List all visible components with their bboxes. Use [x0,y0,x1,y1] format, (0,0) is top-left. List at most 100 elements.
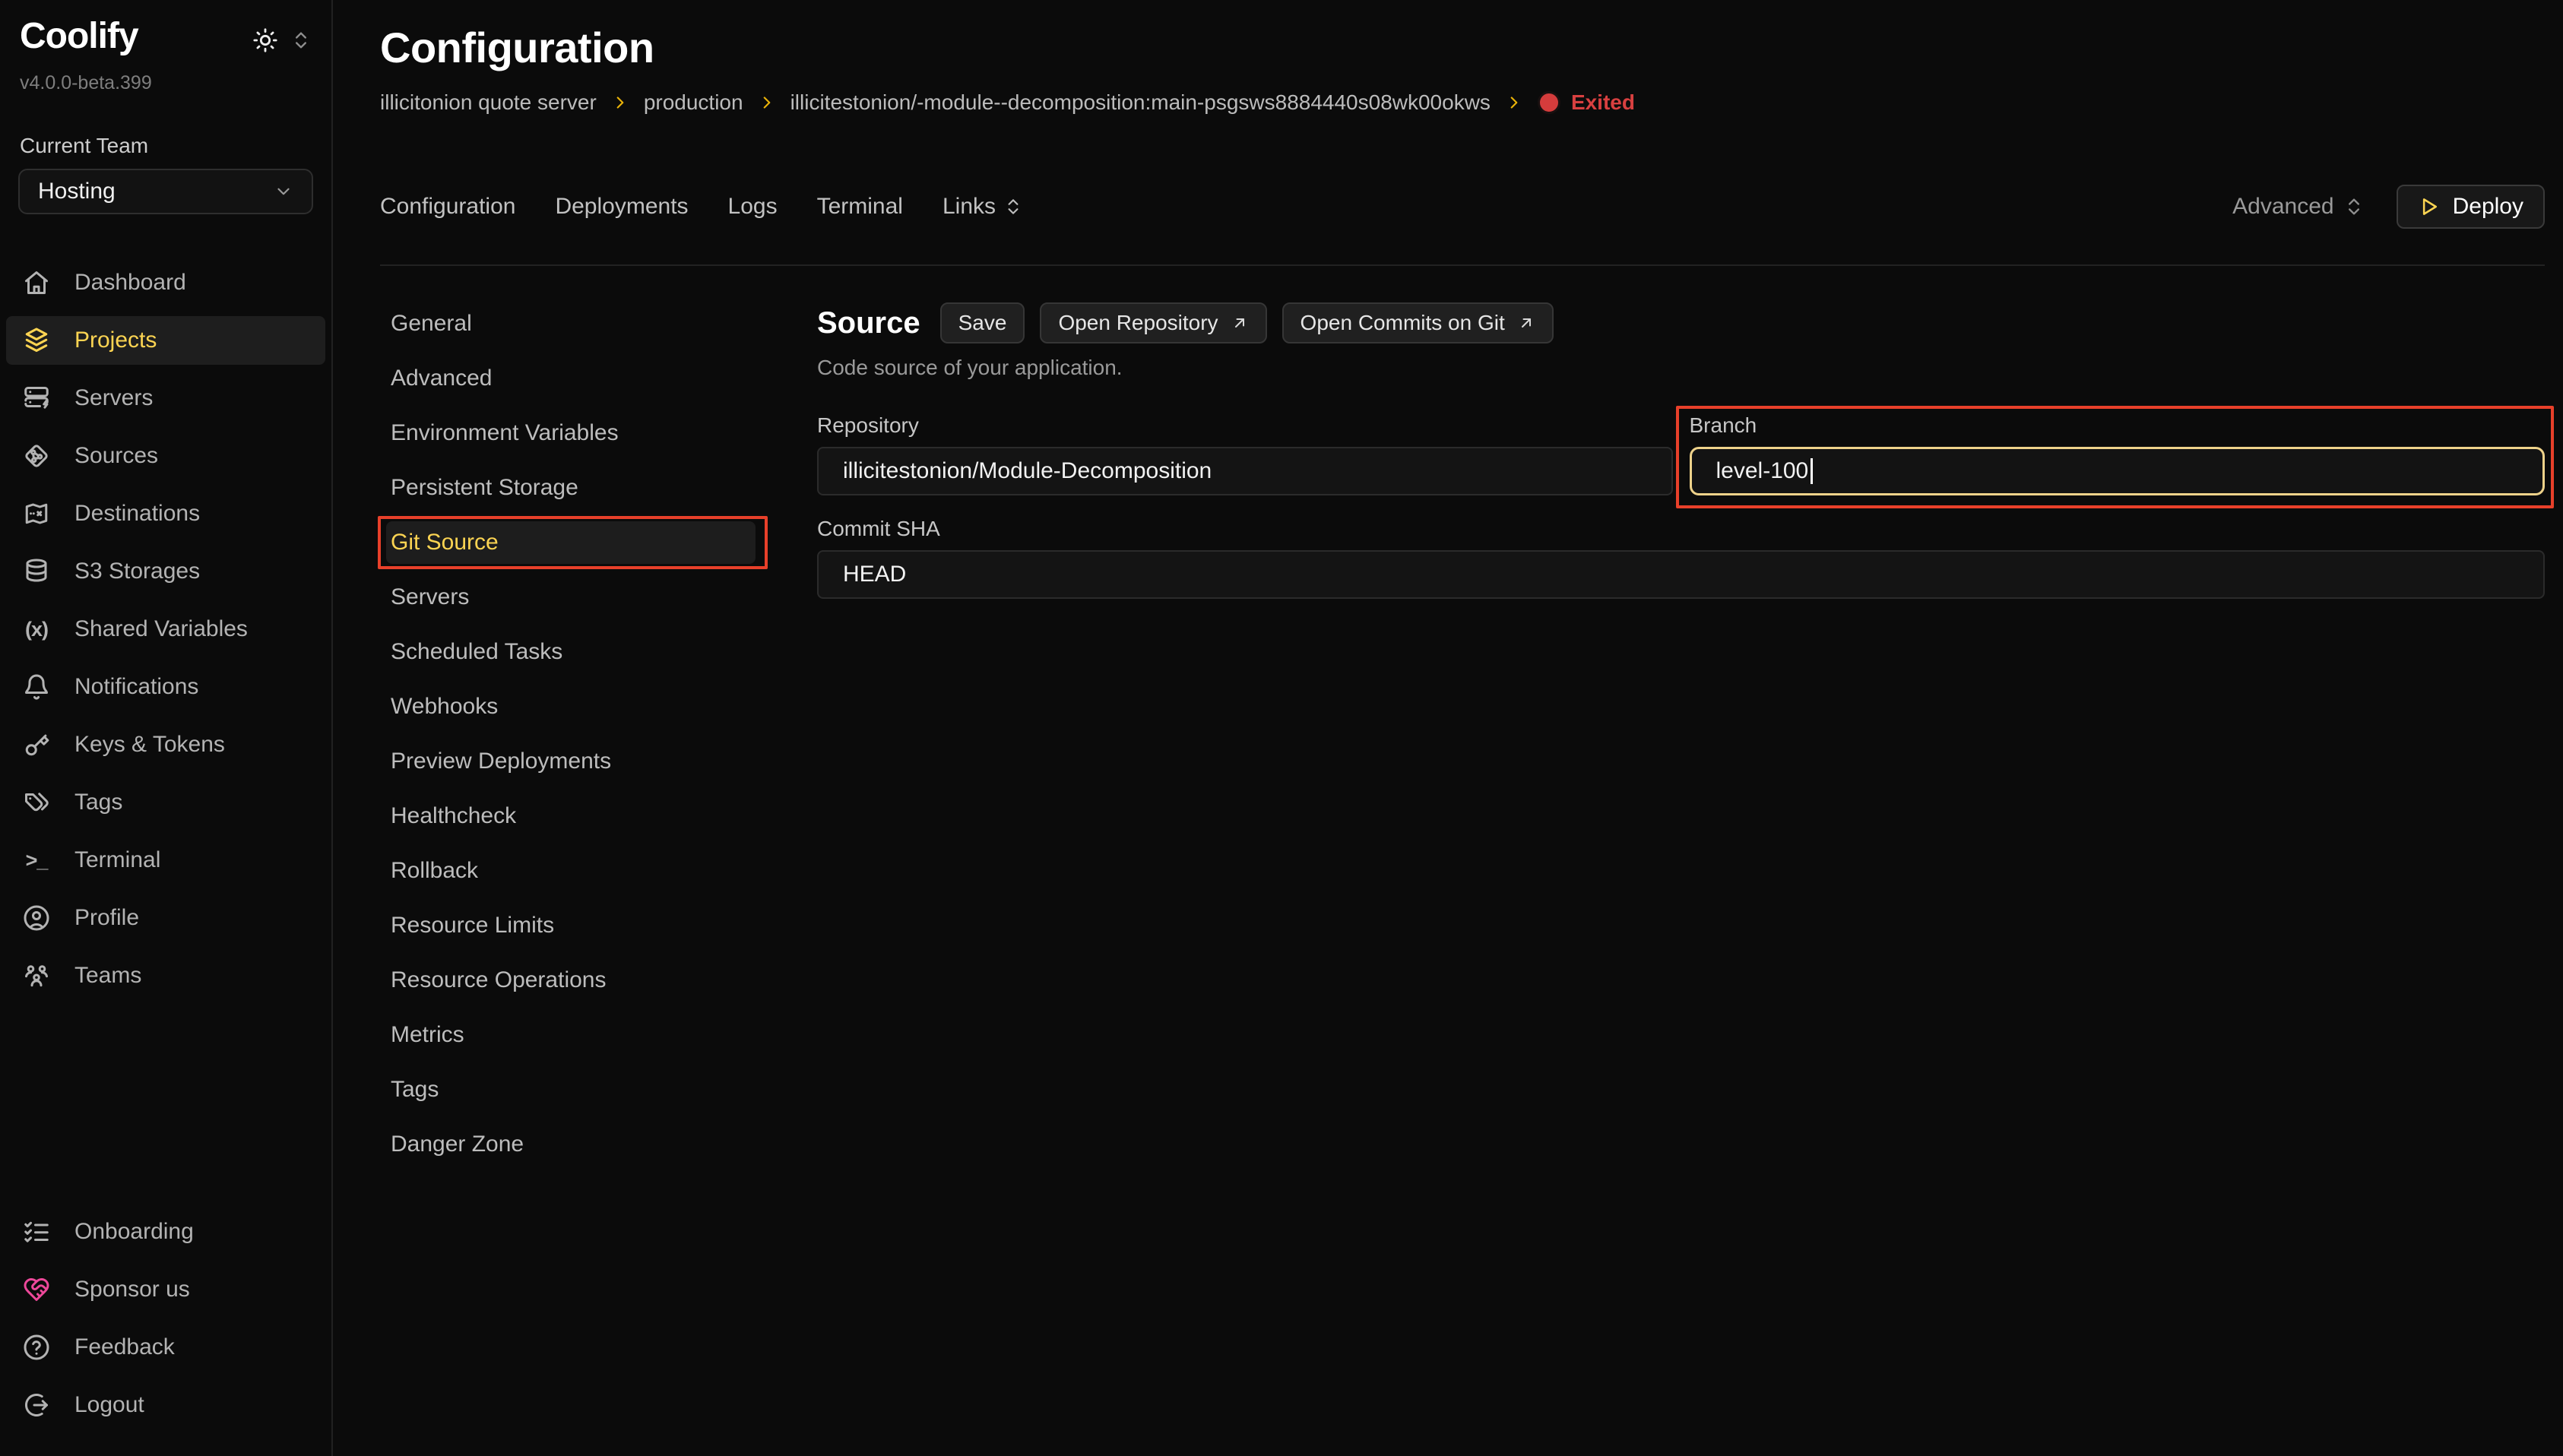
current-team-label: Current Team [0,134,331,158]
parens-x-icon: (x) [23,616,50,643]
branch-value: level-100 [1716,458,1809,484]
main-content: Configuration illicitonion quote server … [333,0,2563,1456]
key-icon [23,731,50,758]
sidebar-item-profile[interactable]: Profile [6,894,325,942]
sidebar: Coolify v4.0.0-beta.399 Current Team Hos… [0,0,333,1456]
sidebar-item-sponsor-us[interactable]: Sponsor us [6,1265,325,1314]
sidebar-item-label: Shared Variables [74,616,248,642]
sidebar-item-s3-storages[interactable]: S3 Storages [6,547,325,596]
sidebar-item-dashboard[interactable]: Dashboard [6,258,325,307]
chevrons-up-down-icon [2343,196,2365,217]
advanced-dropdown[interactable]: Advanced [2232,194,2364,220]
subnav-item-label: Git Source [391,530,499,555]
save-button[interactable]: Save [940,302,1025,343]
sidebar-item-label: Projects [74,328,157,353]
bell-icon [23,673,50,701]
sidebar-item-keys-tokens[interactable]: Keys & Tokens [6,720,325,769]
users-icon [23,962,50,989]
map-icon [23,500,50,527]
sidebar-item-projects[interactable]: Projects [6,316,325,365]
commit-sha-field: Commit SHA HEAD [817,517,2545,599]
sidebar-item-tags[interactable]: Tags [6,778,325,827]
subnav-item-servers[interactable]: Servers [386,576,756,619]
breadcrumb-application[interactable]: illicitestonion/-module--decomposition:m… [790,90,1491,115]
open-repository-button[interactable]: Open Repository [1040,302,1266,343]
terminal-prompt-icon: >_ [23,847,50,874]
sidebar-item-terminal[interactable]: >_ Terminal [6,836,325,885]
home-icon [23,269,50,296]
tab-links[interactable]: Links [943,194,1023,220]
git-diamond-icon [23,442,50,470]
arrow-up-right-icon [1231,314,1249,332]
sidebar-item-onboarding[interactable]: Onboarding [6,1208,325,1256]
play-icon [2418,195,2441,218]
tabbar: Configuration Deployments Logs Terminal … [380,185,2545,229]
branch-label: Branch [1690,413,2546,438]
sidebar-item-label: Logout [74,1392,144,1418]
breadcrumb-environment[interactable]: production [644,90,743,115]
sidebar-item-label: Tags [74,790,122,815]
theme-toggle-sun-icon[interactable] [252,27,278,53]
sidebar-item-shared-variables[interactable]: (x) Shared Variables [6,605,325,654]
subnav-item-environment-variables[interactable]: Environment Variables [386,412,756,454]
open-commits-label: Open Commits on Git [1301,311,1505,335]
theme-select-chevrons-icon[interactable] [290,30,312,51]
branch-input[interactable]: level-100 [1690,447,2546,495]
git-source-panel: Source Save Open Repository Open Commits… [817,302,2545,1456]
sidebar-item-label: Profile [74,905,139,931]
source-description: Code source of your application. [817,356,2545,380]
list-checks-icon [23,1218,50,1246]
user-circle-icon [23,904,50,932]
subnav-item-persistent-storage[interactable]: Persistent Storage [386,467,756,509]
chevrons-up-down-icon [1003,197,1023,217]
app-version: v4.0.0-beta.399 [20,72,312,94]
configuration-subnav: General Advanced Environment Variables P… [380,302,760,1456]
sidebar-item-destinations[interactable]: Destinations [6,489,325,538]
subnav-item-webhooks[interactable]: Webhooks [386,685,756,728]
repository-field: Repository illicitestonion/Module-Decomp… [817,413,1673,495]
subnav-item-healthcheck[interactable]: Healthcheck [386,795,756,837]
subnav-item-resource-limits[interactable]: Resource Limits [386,904,756,947]
sidebar-item-teams[interactable]: Teams [6,951,325,1000]
branch-field: Branch level-100 [1690,413,2546,495]
subnav-item-advanced[interactable]: Advanced [386,357,756,400]
subnav-item-git-source[interactable]: Git Source [386,521,756,564]
sidebar-item-logout[interactable]: Logout [6,1381,325,1429]
subnav-item-preview-deployments[interactable]: Preview Deployments [386,740,756,783]
sidebar-item-servers[interactable]: Servers [6,374,325,423]
sidebar-item-label: Feedback [74,1334,175,1360]
help-circle-icon [23,1334,50,1361]
sidebar-header: Coolify v4.0.0-beta.399 [0,0,331,94]
team-select[interactable]: Hosting [18,169,313,214]
sidebar-menu: Dashboard Projects Servers Sources Desti… [0,258,331,1009]
tab-configuration[interactable]: Configuration [380,194,515,220]
status-label: Exited [1571,90,1635,115]
subnav-item-tags[interactable]: Tags [386,1068,756,1111]
open-commits-button[interactable]: Open Commits on Git [1282,302,1554,343]
sidebar-item-notifications[interactable]: Notifications [6,663,325,711]
subnav-item-general[interactable]: General [386,302,756,345]
subnav-item-rollback[interactable]: Rollback [386,850,756,892]
deploy-button[interactable]: Deploy [2397,185,2545,229]
tags-icon [23,789,50,816]
breadcrumb-project[interactable]: illicitonion quote server [380,90,597,115]
sidebar-item-label: Keys & Tokens [74,732,225,758]
tab-terminal[interactable]: Terminal [817,194,903,220]
sidebar-item-feedback[interactable]: Feedback [6,1323,325,1372]
tab-deployments[interactable]: Deployments [555,194,688,220]
status-dot-icon [1538,91,1560,114]
commit-sha-label: Commit SHA [817,517,2545,541]
breadcrumb: illicitonion quote server production ill… [380,90,2545,115]
sidebar-item-sources[interactable]: Sources [6,432,325,480]
tab-logs[interactable]: Logs [728,194,778,220]
subnav-item-danger-zone[interactable]: Danger Zone [386,1123,756,1166]
subnav-item-scheduled-tasks[interactable]: Scheduled Tasks [386,631,756,673]
open-repository-label: Open Repository [1058,311,1218,335]
repository-label: Repository [817,413,1673,438]
commit-sha-input[interactable]: HEAD [817,550,2545,599]
repository-input[interactable]: illicitestonion/Module-Decomposition [817,447,1673,495]
commit-sha-value: HEAD [843,562,906,587]
team-select-value: Hosting [38,179,116,204]
subnav-item-metrics[interactable]: Metrics [386,1014,756,1056]
subnav-item-resource-operations[interactable]: Resource Operations [386,959,756,1002]
